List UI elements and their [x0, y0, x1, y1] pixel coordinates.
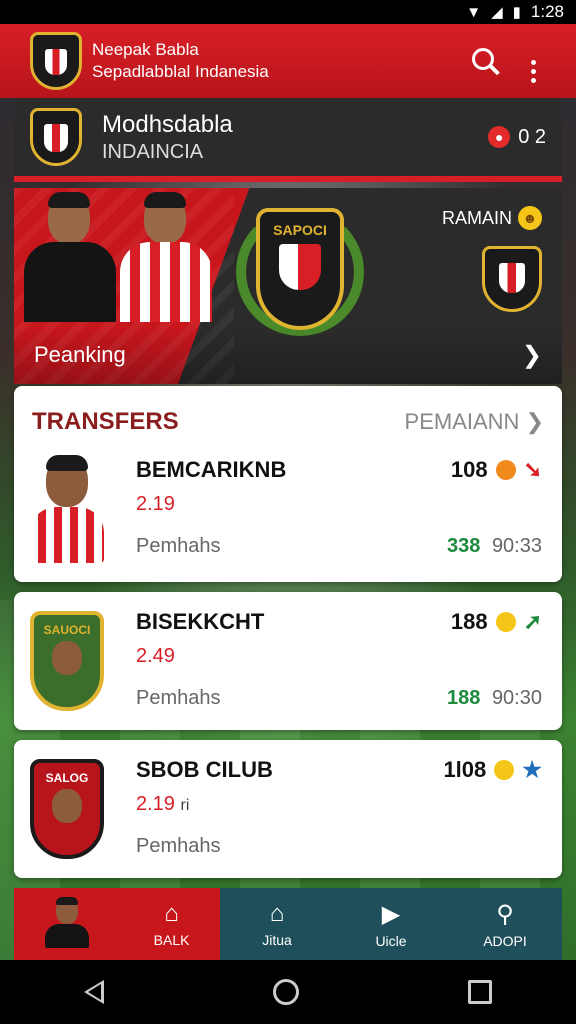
bottom-nav: ⌂ BALK ⌂ Jitua ▶ Uicle ⚲ ADOPI — [14, 888, 562, 960]
transfer-stats: 188 ➚ 188 90:30 — [376, 605, 546, 717]
transfer-sub: Pemhahs — [136, 835, 221, 857]
nav-label: ADOPI — [483, 932, 527, 949]
trend-up-icon: ➚ — [523, 609, 542, 634]
live-dot-icon: ● — [488, 126, 511, 148]
nav-item-balk[interactable]: ⌂ BALK — [14, 888, 220, 960]
signal-icon: ◢ — [491, 4, 503, 21]
transfer-card[interactable]: SAUOCI BISEKKCHT 2.49 Pemhahs 188 ➚ 188 … — [14, 592, 562, 730]
transfer-time: 90:33 — [491, 535, 542, 557]
transfer-number-group: 2.19 ri — [136, 793, 189, 816]
nav-item-adopi[interactable]: ⚲ ADOPI — [448, 888, 562, 960]
status-time: 1:28 — [530, 2, 564, 21]
transfer-green-value: 188 — [447, 687, 481, 709]
chevron-right-icon: ❯ — [525, 409, 544, 434]
club-badge: SALOG — [30, 759, 104, 859]
club-badge: SAUOCI — [30, 611, 104, 711]
hero-footer-label: Peanking — [34, 342, 126, 367]
transfer-stats: 108 ➘ 338 90:33 — [376, 453, 546, 565]
back-icon[interactable] — [84, 980, 105, 1004]
player-image — [24, 192, 116, 322]
app-titles: Neepak Babla Sepadlabblal Indanesia — [92, 39, 458, 83]
nav-item-jitua[interactable]: ⌂ Jitua — [220, 888, 334, 960]
hero-right-label: RAMAIN — [441, 207, 512, 228]
transfer-card[interactable]: SALOG SBOB CILUB 2.19 ri Pemhahs 1l08 ★ — [14, 740, 562, 878]
video-icon: ▶ — [381, 900, 401, 928]
team-logo — [30, 108, 82, 166]
status-bar: ▼ ◢ ▮ 1:28 — [0, 0, 576, 24]
transfer-sub: Pemhahs — [136, 687, 221, 709]
score-value: 0 2 — [518, 125, 546, 148]
trend-down-icon: ➘ — [523, 457, 542, 482]
recents-icon[interactable] — [467, 980, 492, 1004]
transfer-name: BEMCARIKNB — [136, 457, 287, 482]
chevron-right-icon: ❯ — [521, 341, 542, 369]
transfer-info: BISEKKCHT 2.49 Pemhahs — [136, 605, 376, 717]
team-league: INDAINCIA — [102, 140, 204, 163]
system-nav-bar — [0, 960, 576, 1024]
transfer-number-suffix: ri — [180, 797, 190, 814]
ball-icon — [494, 760, 515, 780]
transfer-number: 2.19 — [136, 493, 175, 515]
wifi-icon: ▼ — [466, 3, 482, 21]
badge-text: SAUOCI — [43, 623, 91, 637]
badge-text: SALOG — [45, 771, 89, 785]
transfer-green-value: 338 — [447, 535, 481, 557]
transfers-header: TRANSFERS PEMAIANN ❯ — [14, 386, 562, 442]
transfer-name: SBOB CILUB — [136, 757, 273, 782]
nav-item-uicle[interactable]: ▶ Uicle — [334, 888, 448, 960]
transfer-stats: 1l08 ★ — [376, 753, 546, 865]
star-icon: ★ — [522, 757, 542, 782]
hero-right: RAMAIN ☻ — [442, 206, 542, 312]
club-logo — [30, 32, 82, 90]
more-vert-icon — [530, 60, 536, 83]
profile-icon: ⚲ — [496, 900, 514, 928]
transfer-value: 1l08 — [443, 757, 487, 782]
app-subtitle: Sepadlabblal Indanesia — [92, 62, 269, 81]
transfer-info: BEMCARIKNB 2.19 Pemhahs — [136, 453, 376, 565]
transfer-number: 2.19 — [136, 793, 175, 815]
transfer-value: 188 — [450, 609, 488, 634]
home-icon: ⌂ — [164, 900, 179, 927]
team-titles: Modhsdabla INDAINCIA — [102, 111, 488, 164]
transfer-sub: Pemhahs — [136, 535, 221, 557]
transfer-name: BISEKKCHT — [136, 609, 265, 634]
club-crest: SAPOCI — [236, 208, 364, 336]
player-image — [120, 192, 212, 322]
search-icon — [472, 48, 494, 70]
transfers-more-link[interactable]: PEMAIANN ❯ — [405, 409, 544, 435]
crest-text: SAPOCI — [273, 222, 327, 238]
more-button[interactable] — [508, 39, 558, 83]
team-score: ● 0 2 — [488, 126, 546, 149]
nav-label: Jitua — [262, 932, 292, 948]
club-crest-small — [482, 246, 542, 312]
app-bar: Neepak Babla Sepadlabblal Indanesia — [0, 24, 576, 98]
transfers-card: TRANSFERS PEMAIANN ❯ BEMCARIKNB 2.19 Pem… — [14, 386, 562, 582]
battery-icon: ▮ — [512, 4, 521, 21]
hero-banner[interactable]: SAPOCI RAMAIN ☻ Peanking ❯ — [14, 188, 562, 384]
ball-icon — [495, 460, 516, 480]
profile-avatar — [44, 897, 89, 950]
team-name: Modhsdabla — [102, 110, 233, 138]
app-title: Neepak Babla — [92, 40, 199, 59]
transfer-value: 108 — [450, 457, 488, 482]
search-button[interactable] — [458, 44, 508, 78]
transfer-number: 2.49 — [136, 645, 175, 667]
nav-label: BALK — [153, 932, 190, 948]
nav-label: Uicle — [375, 932, 407, 949]
ball-icon — [495, 612, 516, 632]
team-header[interactable]: Modhsdabla INDAINCIA ● 0 2 — [14, 98, 562, 182]
player-avatar — [30, 453, 104, 565]
transfers-title: TRANSFERS — [32, 408, 179, 435]
transfer-row[interactable]: BEMCARIKNB 2.19 Pemhahs 108 ➘ 338 90:33 — [14, 444, 562, 574]
home-circle-icon[interactable] — [272, 979, 299, 1005]
transfer-time: 90:30 — [491, 687, 542, 709]
hero-footer[interactable]: Peanking ❯ — [14, 326, 562, 384]
transfer-info: SBOB CILUB 2.19 ri Pemhahs — [136, 753, 376, 865]
transfer-row[interactable]: SAUOCI BISEKKCHT 2.49 Pemhahs 188 ➚ 188 … — [14, 596, 562, 726]
smiley-icon: ☻ — [518, 206, 542, 230]
transfers-more-label: PEMAIANN — [404, 409, 520, 434]
home-icon: ⌂ — [269, 900, 285, 927]
transfer-row[interactable]: SALOG SBOB CILUB 2.19 ri Pemhahs 1l08 ★ — [14, 744, 562, 874]
